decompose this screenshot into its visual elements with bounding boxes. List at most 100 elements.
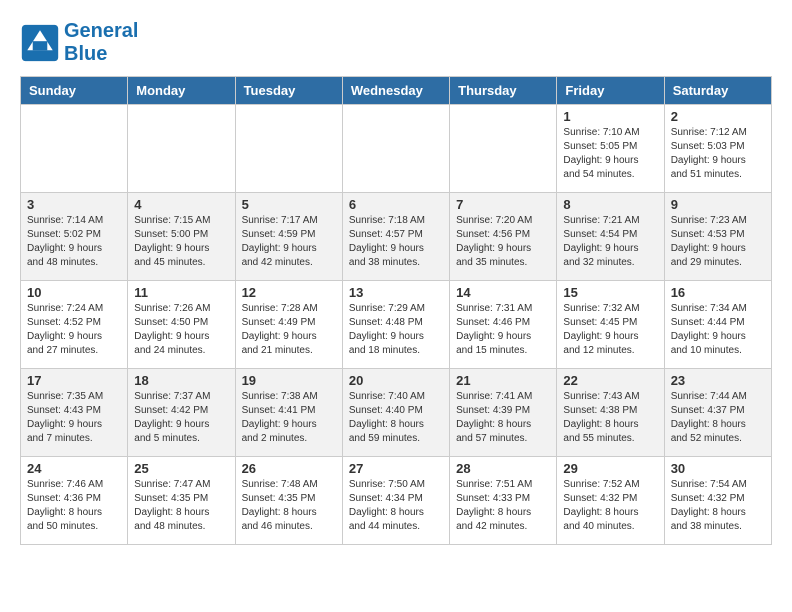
- day-number: 11: [134, 285, 228, 300]
- day-number: 2: [671, 109, 765, 124]
- day-number: 12: [242, 285, 336, 300]
- day-info: Sunrise: 7:44 AM Sunset: 4:37 PM Dayligh…: [671, 390, 765, 446]
- day-number: 23: [671, 373, 765, 388]
- day-number: 20: [349, 373, 443, 388]
- day-info: Sunrise: 7:32 AM Sunset: 4:45 PM Dayligh…: [563, 302, 657, 358]
- day-number: 17: [27, 373, 121, 388]
- day-info: Sunrise: 7:50 AM Sunset: 4:34 PM Dayligh…: [349, 478, 443, 534]
- day-info: Sunrise: 7:41 AM Sunset: 4:39 PM Dayligh…: [456, 390, 550, 446]
- day-info: Sunrise: 7:29 AM Sunset: 4:48 PM Dayligh…: [349, 302, 443, 358]
- day-number: 15: [563, 285, 657, 300]
- calendar-cell: 14 Sunrise: 7:31 AM Sunset: 4:46 PM Dayli…: [450, 281, 557, 369]
- day-number: 29: [563, 461, 657, 476]
- calendar-cell: 9 Sunrise: 7:23 AM Sunset: 4:53 PM Daylig…: [664, 193, 771, 281]
- day-info: Sunrise: 7:35 AM Sunset: 4:43 PM Dayligh…: [27, 390, 121, 446]
- calendar-cell: 15 Sunrise: 7:32 AM Sunset: 4:45 PM Dayli…: [557, 281, 664, 369]
- day-info: Sunrise: 7:10 AM Sunset: 5:05 PM Dayligh…: [563, 126, 657, 182]
- day-info: Sunrise: 7:23 AM Sunset: 4:53 PM Dayligh…: [671, 214, 765, 270]
- day-number: 5: [242, 197, 336, 212]
- calendar-cell: [450, 105, 557, 193]
- calendar-week-row: 10Sunrise: 7:24 AM Sunset: 4:52 PM Dayli…: [21, 281, 772, 369]
- day-info: Sunrise: 7:18 AM Sunset: 4:57 PM Dayligh…: [349, 214, 443, 270]
- page-header: General Blue: [20, 20, 772, 66]
- day-number: 7: [456, 197, 550, 212]
- calendar-cell: 23 Sunrise: 7:44 AM Sunset: 4:37 PM Dayli…: [664, 369, 771, 457]
- day-info: Sunrise: 7:37 AM Sunset: 4:42 PM Dayligh…: [134, 390, 228, 446]
- day-info: Sunrise: 7:46 AM Sunset: 4:36 PM Dayligh…: [27, 478, 121, 534]
- day-info: Sunrise: 7:28 AM Sunset: 4:49 PM Dayligh…: [242, 302, 336, 358]
- day-info: Sunrise: 7:24 AM Sunset: 4:52 PM Dayligh…: [27, 302, 121, 358]
- calendar-cell: 19 Sunrise: 7:38 AM Sunset: 4:41 PM Dayli…: [235, 369, 342, 457]
- calendar-week-row: 17 Sunrise: 7:35 AM Sunset: 4:43 PM Dayli…: [21, 369, 772, 457]
- day-number: 18: [134, 373, 228, 388]
- day-number: 6: [349, 197, 443, 212]
- col-header-saturday: Saturday: [664, 77, 771, 105]
- day-info: Sunrise: 7:15 AM Sunset: 5:00 PM Dayligh…: [134, 214, 228, 270]
- day-info: Sunrise: 7:20 AM Sunset: 4:56 PM Dayligh…: [456, 214, 550, 270]
- day-info: Sunrise: 7:47 AM Sunset: 4:35 PM Dayligh…: [134, 478, 228, 534]
- day-number: 14: [456, 285, 550, 300]
- day-number: 24: [27, 461, 121, 476]
- calendar-cell: 10Sunrise: 7:24 AM Sunset: 4:52 PM Dayli…: [21, 281, 128, 369]
- day-number: 16: [671, 285, 765, 300]
- calendar-cell: 27Sunrise: 7:50 AM Sunset: 4:34 PM Dayli…: [342, 457, 449, 545]
- calendar-week-row: 24 Sunrise: 7:46 AM Sunset: 4:36 PM Dayli…: [21, 457, 772, 545]
- calendar-table: SundayMondayTuesdayWednesdayThursdayFrid…: [20, 76, 772, 545]
- calendar-cell: 1 Sunrise: 7:10 AM Sunset: 5:05 PM Daylig…: [557, 105, 664, 193]
- calendar-cell: 24 Sunrise: 7:46 AM Sunset: 4:36 PM Dayli…: [21, 457, 128, 545]
- calendar-cell: 17 Sunrise: 7:35 AM Sunset: 4:43 PM Dayli…: [21, 369, 128, 457]
- calendar-header-row: SundayMondayTuesdayWednesdayThursdayFrid…: [21, 77, 772, 105]
- col-header-wednesday: Wednesday: [342, 77, 449, 105]
- logo-text: General Blue: [64, 20, 138, 66]
- day-number: 26: [242, 461, 336, 476]
- calendar-cell: 25 Sunrise: 7:47 AM Sunset: 4:35 PM Dayli…: [128, 457, 235, 545]
- day-number: 22: [563, 373, 657, 388]
- day-number: 9: [671, 197, 765, 212]
- calendar-cell: 22 Sunrise: 7:43 AM Sunset: 4:38 PM Dayli…: [557, 369, 664, 457]
- day-info: Sunrise: 7:48 AM Sunset: 4:35 PM Dayligh…: [242, 478, 336, 534]
- calendar-cell: [342, 105, 449, 193]
- calendar-cell: 18 Sunrise: 7:37 AM Sunset: 4:42 PM Dayli…: [128, 369, 235, 457]
- day-info: Sunrise: 7:31 AM Sunset: 4:46 PM Dayligh…: [456, 302, 550, 358]
- calendar-cell: 6 Sunrise: 7:18 AM Sunset: 4:57 PM Daylig…: [342, 193, 449, 281]
- calendar-cell: 16 Sunrise: 7:34 AM Sunset: 4:44 PM Dayli…: [664, 281, 771, 369]
- day-info: Sunrise: 7:54 AM Sunset: 4:32 PM Dayligh…: [671, 478, 765, 534]
- col-header-tuesday: Tuesday: [235, 77, 342, 105]
- day-info: Sunrise: 7:34 AM Sunset: 4:44 PM Dayligh…: [671, 302, 765, 358]
- day-info: Sunrise: 7:43 AM Sunset: 4:38 PM Dayligh…: [563, 390, 657, 446]
- day-number: 19: [242, 373, 336, 388]
- logo: General Blue: [20, 20, 138, 66]
- col-header-friday: Friday: [557, 77, 664, 105]
- calendar-cell: 5 Sunrise: 7:17 AM Sunset: 4:59 PM Daylig…: [235, 193, 342, 281]
- calendar-cell: [128, 105, 235, 193]
- day-number: 28: [456, 461, 550, 476]
- calendar-cell: [235, 105, 342, 193]
- calendar-cell: 26 Sunrise: 7:48 AM Sunset: 4:35 PM Dayli…: [235, 457, 342, 545]
- day-info: Sunrise: 7:38 AM Sunset: 4:41 PM Dayligh…: [242, 390, 336, 446]
- calendar-cell: 13 Sunrise: 7:29 AM Sunset: 4:48 PM Dayli…: [342, 281, 449, 369]
- day-info: Sunrise: 7:51 AM Sunset: 4:33 PM Dayligh…: [456, 478, 550, 534]
- calendar-cell: 21 Sunrise: 7:41 AM Sunset: 4:39 PM Dayli…: [450, 369, 557, 457]
- day-info: Sunrise: 7:52 AM Sunset: 4:32 PM Dayligh…: [563, 478, 657, 534]
- day-info: Sunrise: 7:17 AM Sunset: 4:59 PM Dayligh…: [242, 214, 336, 270]
- day-info: Sunrise: 7:21 AM Sunset: 4:54 PM Dayligh…: [563, 214, 657, 270]
- calendar-cell: 8Sunrise: 7:21 AM Sunset: 4:54 PM Daylig…: [557, 193, 664, 281]
- day-number: 25: [134, 461, 228, 476]
- calendar-cell: 11 Sunrise: 7:26 AM Sunset: 4:50 PM Dayli…: [128, 281, 235, 369]
- day-number: 21: [456, 373, 550, 388]
- calendar-cell: 4Sunrise: 7:15 AM Sunset: 5:00 PM Daylig…: [128, 193, 235, 281]
- calendar-cell: 2 Sunrise: 7:12 AM Sunset: 5:03 PM Daylig…: [664, 105, 771, 193]
- day-info: Sunrise: 7:14 AM Sunset: 5:02 PM Dayligh…: [27, 214, 121, 270]
- day-number: 3: [27, 197, 121, 212]
- calendar-cell: [21, 105, 128, 193]
- calendar-cell: 12 Sunrise: 7:28 AM Sunset: 4:49 PM Dayli…: [235, 281, 342, 369]
- calendar-cell: 28 Sunrise: 7:51 AM Sunset: 4:33 PM Dayli…: [450, 457, 557, 545]
- calendar-cell: 29 Sunrise: 7:52 AM Sunset: 4:32 PM Dayli…: [557, 457, 664, 545]
- col-header-monday: Monday: [128, 77, 235, 105]
- day-info: Sunrise: 7:26 AM Sunset: 4:50 PM Dayligh…: [134, 302, 228, 358]
- day-info: Sunrise: 7:12 AM Sunset: 5:03 PM Dayligh…: [671, 126, 765, 182]
- col-header-sunday: Sunday: [21, 77, 128, 105]
- calendar-week-row: 1 Sunrise: 7:10 AM Sunset: 5:05 PM Daylig…: [21, 105, 772, 193]
- day-number: 1: [563, 109, 657, 124]
- day-number: 13: [349, 285, 443, 300]
